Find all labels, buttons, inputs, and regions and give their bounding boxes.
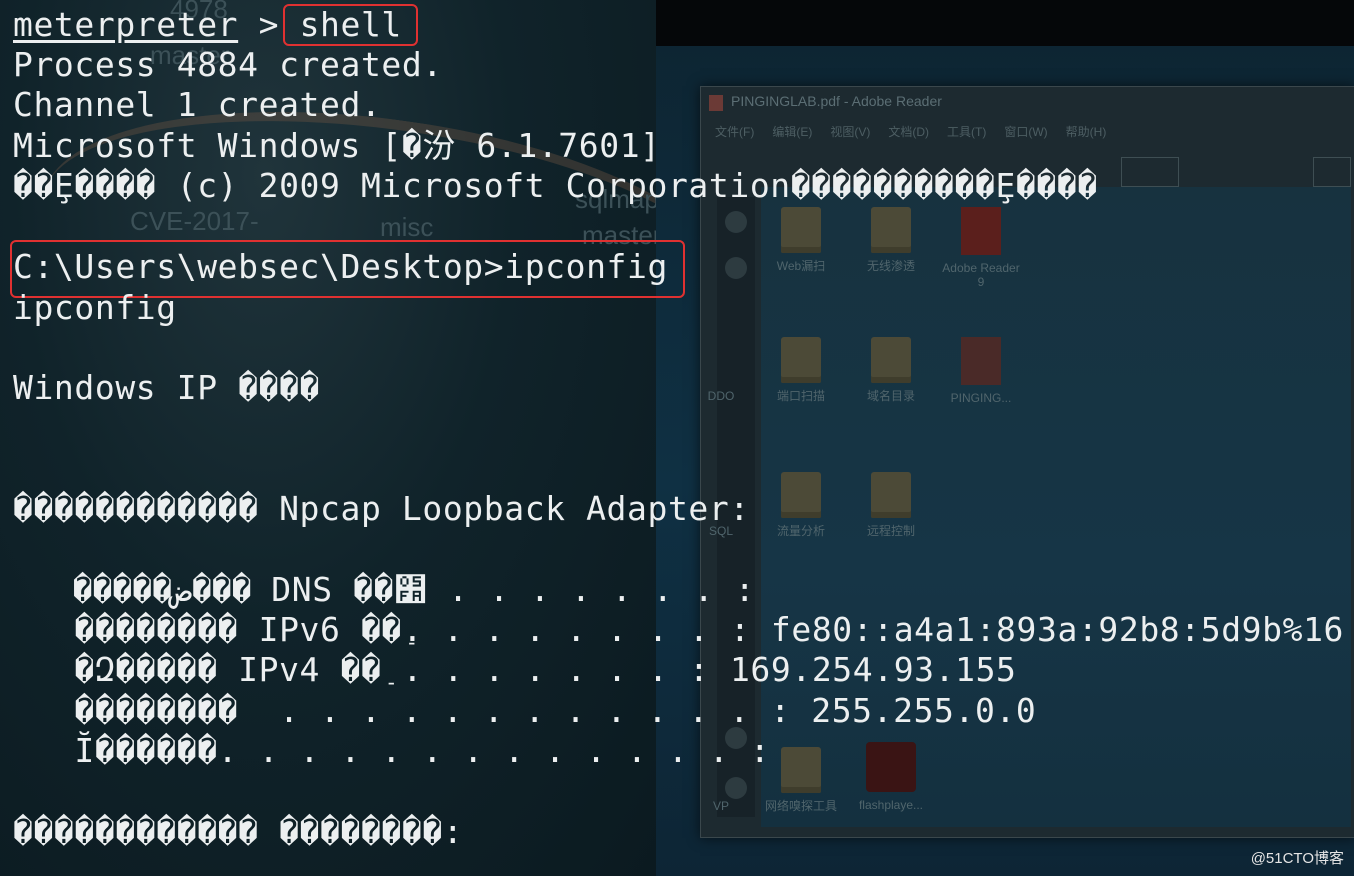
output-line: Process 4884 created. (13, 45, 443, 84)
adapter-heading: ������������ Npcap Loopback Adapter: (13, 489, 750, 528)
adapter-detail-line: �������� IPv6 ��ַ. . . . . . . . : fe80:… (13, 610, 1344, 649)
adapter-heading: ������������ ��������: (13, 812, 464, 851)
output-line: ��Ȩ���� (c) 2009 Microsoft Corporation��… (13, 166, 1098, 205)
output-line: Microsoft Windows [�汾 6.1.7601] (13, 126, 661, 165)
watermark: @51CTO博客 (1250, 850, 1344, 867)
meterpreter-prompt: meterpreter (13, 5, 239, 44)
adapter-detail-line: �������� . . . . . . . . . . . . : 255.2… (13, 691, 1037, 730)
command-echo: ipconfig (13, 288, 177, 327)
adapter-detail-line: �����ض��� DNS ��׺ . . . . . . . : (13, 570, 756, 609)
windows-ip-config-heading: Windows IP ���� (13, 368, 321, 407)
output-line: Channel 1 created. (13, 85, 382, 124)
terminal-output: meterpreter > shell Process 4884 created… (0, 0, 1354, 876)
highlight-box-shell (283, 4, 418, 46)
adapter-detail-line: �Զ����� IPv4 ��ַ . . . . . . . : 169.254… (13, 650, 1017, 689)
adapter-detail-line: Ĭ������. . . . . . . . . . . . . : (13, 731, 771, 770)
